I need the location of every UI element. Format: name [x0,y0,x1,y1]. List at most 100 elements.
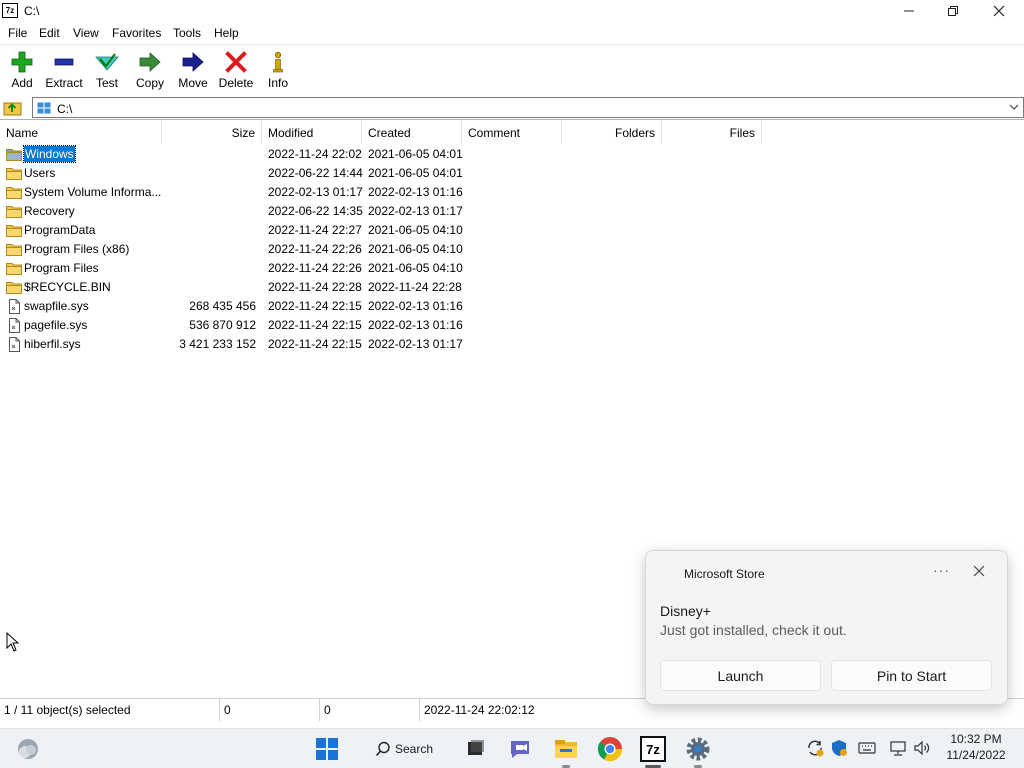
file-name: Program Files (x86) [0,240,162,259]
up-folder-button[interactable] [3,98,23,117]
test-button[interactable]: Test [85,47,129,93]
file-name: Users [0,164,162,183]
file-icon [9,318,20,333]
column-size[interactable]: Size [162,120,262,144]
menu-edit[interactable]: Edit [39,26,60,40]
file-modified: 2022-11-24 22:26 [268,242,362,256]
delete-label: Delete [218,76,254,90]
file-size: 3 421 233 152 [179,337,256,351]
start-windows-icon[interactable] [313,735,341,763]
notification-close-icon[interactable] [973,565,985,577]
menu-bar: File Edit View Favorites Tools Help [0,22,1024,42]
7zip-taskbar-icon[interactable]: 7z [640,736,666,762]
file-row[interactable]: hiberfil.sys 3 421 233 152 2022-11-24 22:1… [0,335,764,354]
file-name: Windows [0,145,162,164]
status-size: 0 [220,699,320,721]
close-button[interactable] [976,0,1022,22]
delete-button[interactable]: Delete [214,47,258,93]
column-name[interactable]: Name [0,120,162,144]
network-icon[interactable] [889,739,907,757]
file-row[interactable]: $RECYCLE.BIN 2022-11-24 22:28 2022-11-24 2… [0,278,764,297]
menu-tools[interactable]: Tools [173,26,201,40]
file-icon [9,337,20,352]
task-view-icon[interactable] [462,735,490,763]
settings-gear-icon[interactable] [684,735,712,763]
file-row[interactable]: Program Files 2022-11-24 22:26 2021-06-05 … [0,259,764,278]
file-modified: 2022-06-22 14:44 [268,166,363,180]
clock-time: 10:32 PM [950,732,1002,746]
menu-file[interactable]: File [8,26,27,40]
status-packed: 0 [320,699,420,721]
info-icon [273,51,283,73]
file-created: 2021-06-05 04:01 [368,166,463,180]
move-icon [182,52,204,72]
weather-widget-icon[interactable] [14,735,42,763]
restore-icon [948,6,958,16]
info-button[interactable]: Info [256,47,300,93]
volume-icon[interactable] [913,739,931,757]
add-button[interactable]: Add [0,47,44,93]
menu-favorites[interactable]: Favorites [112,26,161,40]
extract-button[interactable]: Extract [42,47,86,93]
file-created: 2022-02-13 01:17 [368,337,463,351]
pin-to-start-button[interactable]: Pin to Start [831,660,992,691]
file-row[interactable]: Program Files (x86) 2022-11-24 22:26 2021-… [0,240,764,259]
file-size [162,164,256,183]
store-notification[interactable]: Microsoft Store ··· Disney+ Just got ins… [645,550,1008,705]
copy-button[interactable]: Copy [128,47,172,93]
restore-button[interactable] [930,0,976,22]
file-name: hiberfil.sys [0,335,162,354]
chrome-icon[interactable] [596,735,624,763]
file-row[interactable]: Recovery 2022-06-22 14:35 2022-02-13 01:17 [0,202,764,221]
file-name: Program Files [0,259,162,278]
file-modified: 2022-11-24 22:15 [268,299,362,313]
file-size: 268 435 456 [189,299,256,313]
file-modified: 2022-11-24 22:15 [268,337,362,351]
taskbar-search-button[interactable]: Search [365,734,445,764]
file-explorer-icon[interactable] [552,735,580,763]
security-shield-icon[interactable] [830,739,848,757]
info-label: Info [267,76,288,90]
test-icon [95,53,119,71]
file-row[interactable]: ProgramData 2022-11-24 22:27 2021-06-05 04… [0,221,764,240]
file-created: 2022-02-13 01:16 [368,318,463,332]
column-modified[interactable]: Modified [262,120,362,144]
minimize-button[interactable] [886,0,932,22]
search-icon [375,741,390,757]
add-label: Add [11,76,33,90]
menu-help[interactable]: Help [214,26,239,40]
move-button[interactable]: Move [171,47,215,93]
title-bar: 7z C:\ [0,0,1024,22]
column-created[interactable]: Created [362,120,462,144]
column-comment[interactable]: Comment [462,120,562,144]
file-name: $RECYCLE.BIN [0,278,162,297]
test-label: Test [95,76,118,90]
file-name: pagefile.sys [0,316,162,335]
file-row[interactable]: pagefile.sys 536 870 912 2022-11-24 22:15 2… [0,316,764,335]
launch-button[interactable]: Launch [660,660,821,691]
folder-icon [6,282,22,294]
menu-view[interactable]: View [73,26,99,40]
address-bar[interactable]: C:\ [32,97,1024,118]
file-row[interactable]: Windows 2022-11-24 22:02 2021-06-05 04:01 [0,145,764,164]
folder-icon [6,206,22,218]
column-folders[interactable]: Folders [562,120,662,144]
file-modified: 2022-11-24 22:28 [268,280,362,294]
file-row[interactable]: System Volume Informa... 2022-02-13 01:17… [0,183,764,202]
file-modified: 2022-11-24 22:26 [268,261,362,275]
update-sync-icon[interactable] [806,739,824,757]
more-options-icon[interactable]: ··· [933,562,950,578]
column-header: Name Size Modified Created Comment Folde… [0,120,764,144]
file-row[interactable]: swapfile.sys 268 435 456 2022-11-24 22:15 2… [0,297,764,316]
folder-icon [6,263,22,275]
address-path: C:\ [57,102,73,116]
file-created: 2022-02-13 01:16 [368,185,463,199]
taskbar-clock[interactable]: 10:32 PM 11/24/2022 [940,731,1012,763]
chevron-down-icon[interactable] [1009,103,1019,111]
extract-icon [54,58,74,66]
column-files[interactable]: Files [662,120,762,144]
file-row[interactable]: Users 2022-06-22 14:44 2021-06-05 04:01 [0,164,764,183]
keyboard-icon[interactable] [858,739,876,757]
file-name: System Volume Informa... [0,183,162,202]
teams-chat-icon[interactable] [507,735,535,763]
